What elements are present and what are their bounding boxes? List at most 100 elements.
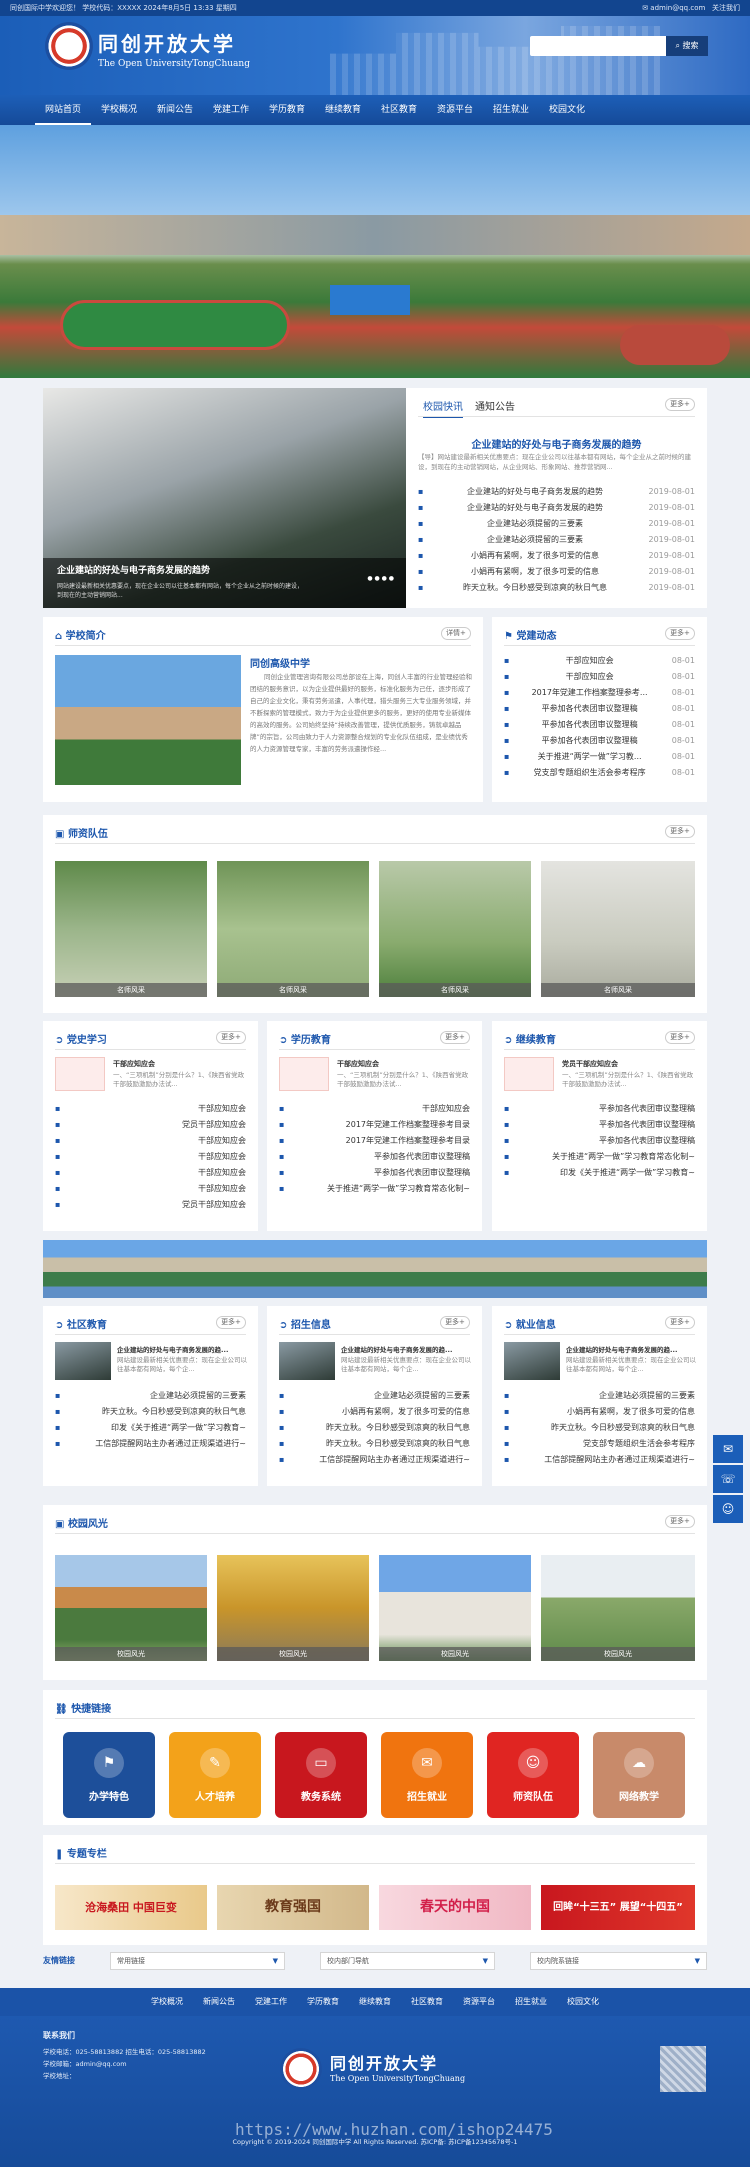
list-item[interactable]: 印发《关于推进“两学一做”学习教育~: [504, 1165, 695, 1181]
list-item[interactable]: 干部应知应会: [55, 1149, 246, 1165]
list-item[interactable]: 小娟再有紧啊，发了很多可爱的信息: [504, 1404, 695, 1420]
featured-title[interactable]: 干部应知应会: [113, 1059, 155, 1069]
list-item[interactable]: 关于推进“两学一做”学习教育常态化制~: [279, 1181, 470, 1197]
footer-nav-item[interactable]: 资源平台: [463, 1988, 495, 2016]
list-item[interactable]: 工信部提醒网站主办者通过正规渠道进行~: [504, 1452, 695, 1468]
nav-item[interactable]: 新闻公告: [147, 95, 203, 125]
tab-campus-news[interactable]: 校园快讯: [423, 398, 463, 418]
teacher-photo[interactable]: 名师风采: [379, 861, 531, 997]
nav-item[interactable]: 网站首页: [35, 95, 91, 125]
quick-link-tile[interactable]: ☁ 网络教学: [593, 1732, 685, 1818]
intro-more-button[interactable]: 详情+: [441, 627, 471, 640]
list-item[interactable]: 干部应知应会: [279, 1101, 470, 1117]
special-banner[interactable]: 春天的中国: [379, 1885, 531, 1930]
list-item[interactable]: 平参加各代表团审议整理稿: [279, 1165, 470, 1181]
campus-photo[interactable]: 校园风光: [217, 1555, 369, 1661]
thumbnail[interactable]: [279, 1342, 335, 1380]
special-banner[interactable]: 教育强国: [217, 1885, 369, 1930]
float-phone-button[interactable]: ☏: [713, 1465, 743, 1493]
quick-link-tile[interactable]: ⚑ 办学特色: [63, 1732, 155, 1818]
news-slider[interactable]: 企业建站的好处与电子商务发展的趋势 网站建设最新相关优惠要点，现在企业公司以往基…: [43, 388, 406, 608]
list-item[interactable]: 昨天立秋。今日秒感受到凉爽的秋日气息: [55, 1404, 246, 1420]
thumbnail[interactable]: [504, 1057, 554, 1091]
list-item[interactable]: 党员干部应知应会: [55, 1197, 246, 1213]
footer-nav-item[interactable]: 招生就业: [515, 1988, 547, 2016]
featured-title[interactable]: 党员干部应知应会: [562, 1059, 618, 1069]
teacher-photo[interactable]: 名师风采: [217, 861, 369, 997]
list-item[interactable]: 平参加各代表团审议整理稿: [504, 1133, 695, 1149]
links-select[interactable]: 校内部门导航 ▼: [320, 1952, 495, 1970]
more-button[interactable]: 更多+: [665, 1031, 695, 1044]
list-item[interactable]: 昨天立秋。今日秒感受到凉爽的秋日气息2019-08-01: [418, 580, 695, 596]
thumbnail[interactable]: [279, 1057, 329, 1091]
news-headline[interactable]: 企业建站的好处与电子商务发展的趋势: [418, 436, 695, 451]
list-item[interactable]: 平参加各代表团审议整理稿: [504, 1101, 695, 1117]
thumbnail[interactable]: [55, 1342, 111, 1380]
nav-item[interactable]: 继续教育: [315, 95, 371, 125]
list-item[interactable]: 企业建站的好处与电子商务发展的趋势2019-08-01: [418, 484, 695, 500]
campus-more-button[interactable]: 更多+: [665, 1515, 695, 1528]
list-item[interactable]: 关于推进“两学一做”学习教...08-01: [504, 749, 695, 765]
list-item[interactable]: 企业建站必须提留的三要素: [504, 1388, 695, 1404]
list-item[interactable]: 干部应知应会08-01: [504, 653, 695, 669]
special-banner[interactable]: 回眸“十三五” 展望“十四五”: [541, 1885, 695, 1930]
quick-link-tile[interactable]: ✎ 人才培养: [169, 1732, 261, 1818]
list-item[interactable]: 企业建站必须提留的三要素: [279, 1388, 470, 1404]
list-item[interactable]: 工信部提醒网站主办者通过正规渠道进行~: [279, 1452, 470, 1468]
more-button[interactable]: 更多+: [665, 1316, 695, 1329]
campus-photo[interactable]: 校园风光: [55, 1555, 207, 1661]
campus-photo[interactable]: 校园风光: [379, 1555, 531, 1661]
links-select[interactable]: 校内院系链接 ▼: [530, 1952, 707, 1970]
footer-nav-item[interactable]: 社区教育: [411, 1988, 443, 2016]
teacher-photo[interactable]: 名师风采: [541, 861, 695, 997]
nav-item[interactable]: 党建工作: [203, 95, 259, 125]
tab-notice[interactable]: 通知公告: [475, 398, 515, 413]
list-item[interactable]: 干部应知应会: [55, 1133, 246, 1149]
list-item[interactable]: 党支部专题组织生活会参考程序: [504, 1436, 695, 1452]
list-item[interactable]: 企业建站必须提留的三要素2019-08-01: [418, 532, 695, 548]
nav-item[interactable]: 招生就业: [483, 95, 539, 125]
list-item[interactable]: 工信部提醒网站主办者通过正规渠道进行~: [55, 1436, 246, 1452]
footer-nav-item[interactable]: 新闻公告: [203, 1988, 235, 2016]
list-item[interactable]: 昨天立秋。今日秒感受到凉爽的秋日气息: [279, 1436, 470, 1452]
featured-title[interactable]: 企业建站的好处与电子商务发展的趋...: [341, 1344, 471, 1354]
list-item[interactable]: 小娟再有紧啊，发了很多可爱的信息: [279, 1404, 470, 1420]
more-button[interactable]: 更多+: [440, 1031, 470, 1044]
special-banner[interactable]: 沧海桑田 中国巨变: [55, 1885, 207, 1930]
follow-link[interactable]: 关注我们: [712, 4, 740, 12]
slider-dots[interactable]: ● ● ● ●: [367, 575, 394, 582]
float-wechat-button[interactable]: ☺: [713, 1495, 743, 1523]
list-item[interactable]: 昨天立秋。今日秒感受到凉爽的秋日气息: [504, 1420, 695, 1436]
quick-link-tile[interactable]: ✉ 招生就业: [381, 1732, 473, 1818]
slider-caption[interactable]: 企业建站的好处与电子商务发展的趋势: [57, 563, 210, 576]
list-item[interactable]: 小娟再有紧啊，发了很多可爱的信息2019-08-01: [418, 564, 695, 580]
list-item[interactable]: 党支部专题组织生活会参考程序08-01: [504, 765, 695, 781]
quick-link-tile[interactable]: ☺ 师资队伍: [487, 1732, 579, 1818]
school-logo[interactable]: [45, 22, 93, 70]
list-item[interactable]: 2017年党建工作档案整理参考目录: [279, 1133, 470, 1149]
list-item[interactable]: 干部应知应会08-01: [504, 669, 695, 685]
news-more-button[interactable]: 更多+: [665, 398, 695, 411]
campus-photo[interactable]: 校园风光: [541, 1555, 695, 1661]
float-qq-button[interactable]: ✉: [713, 1435, 743, 1463]
teachers-more-button[interactable]: 更多+: [665, 825, 695, 838]
more-button[interactable]: 更多+: [440, 1316, 470, 1329]
nav-item[interactable]: 学历教育: [259, 95, 315, 125]
list-item[interactable]: 平参加各代表团审议整理稿08-01: [504, 717, 695, 733]
teacher-photo[interactable]: 名师风采: [55, 861, 207, 997]
more-button[interactable]: 更多+: [216, 1031, 246, 1044]
list-item[interactable]: 印发《关于推进“两学一做”学习教育~: [55, 1420, 246, 1436]
nav-item[interactable]: 校园文化: [539, 95, 595, 125]
featured-title[interactable]: 企业建站的好处与电子商务发展的趋...: [117, 1344, 247, 1354]
list-item[interactable]: 平参加各代表团审议整理稿: [504, 1117, 695, 1133]
nav-item[interactable]: 社区教育: [371, 95, 427, 125]
list-item[interactable]: 企业建站必须提留的三要素2019-08-01: [418, 516, 695, 532]
search-input[interactable]: [530, 36, 665, 56]
list-item[interactable]: 企业建站的好处与电子商务发展的趋势2019-08-01: [418, 500, 695, 516]
list-item[interactable]: 小娟再有紧啊，发了很多可爱的信息2019-08-01: [418, 548, 695, 564]
featured-title[interactable]: 干部应知应会: [337, 1059, 379, 1069]
list-item[interactable]: 党员干部应知应会: [55, 1117, 246, 1133]
list-item[interactable]: 干部应知应会: [55, 1165, 246, 1181]
footer-nav-item[interactable]: 校园文化: [567, 1988, 599, 2016]
list-item[interactable]: 2017年党建工作档案整理参考...08-01: [504, 685, 695, 701]
